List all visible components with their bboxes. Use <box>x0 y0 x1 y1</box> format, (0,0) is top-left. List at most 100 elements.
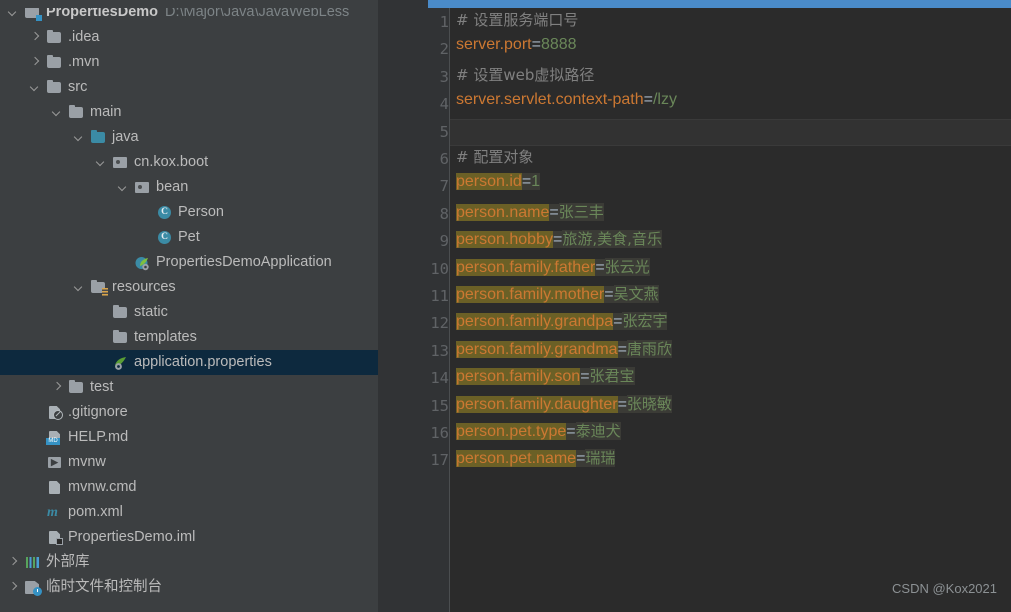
chevron-down-icon[interactable] <box>74 132 85 143</box>
chevron-down-icon[interactable] <box>8 7 19 18</box>
chevron-right-icon[interactable] <box>52 382 63 393</box>
tree-item-test[interactable]: test <box>0 375 378 400</box>
code-content[interactable]: # 设置服务端口号 server.port=8888 # 设置web虚拟路径 serv… <box>450 0 1011 612</box>
code-line[interactable]: person.famliy.grandma=唐雨欣 <box>456 338 672 365</box>
line-number: 2 <box>439 40 449 59</box>
tree-item-label: bean <box>156 179 189 195</box>
code-line[interactable]: server.port=8888 <box>456 36 577 63</box>
code-line[interactable]: person.family.daughter=张晓敏 <box>456 393 672 420</box>
tree-item-main[interactable]: main <box>0 100 378 125</box>
tree-item-label: 外部库 <box>46 554 90 570</box>
property-separator: = <box>531 36 541 54</box>
property-separator: = <box>566 423 576 440</box>
tree-item-[interactable]: 外部库 <box>0 550 378 575</box>
tree-item-label: PropertiesDemoApplication <box>156 254 332 270</box>
property-key: person.pet.name <box>456 450 577 468</box>
line-number: 11 <box>430 287 449 305</box>
tree-item-label: PropertiesDemo.iml <box>68 529 196 545</box>
line-number: 3 <box>439 67 449 86</box>
property-separator: = <box>617 340 627 358</box>
code-line[interactable]: server.servlet.context-path=/lzy <box>456 91 677 118</box>
property-value: 泰迪犬 <box>575 422 621 440</box>
chevron-right-icon[interactable] <box>8 557 19 568</box>
code-comment: # 设置服务端口号 <box>456 11 579 29</box>
tree-item-pet[interactable]: C Pet <box>0 225 378 250</box>
code-line[interactable]: person.family.father=张云光 <box>456 256 650 283</box>
tree-item-propertiesdemoapplication[interactable]: PropertiesDemoApplication <box>0 250 378 275</box>
property-key: person.id <box>456 173 522 191</box>
tree-item-pom-xml[interactable]: m pom.xml <box>0 500 378 525</box>
watermark: CSDN @Kox2021 <box>892 581 997 596</box>
chevron-down-icon[interactable] <box>30 82 41 93</box>
code-line[interactable]: # 设置web虚拟路径 <box>456 64 594 91</box>
chevron-down-icon[interactable] <box>52 107 63 118</box>
property-value: 张三丰 <box>558 202 604 221</box>
tree-item-label: mvnw.cmd <box>68 479 137 495</box>
project-tool-window[interactable]: PropertiesDemo D:\Major\Java\JavaWebLess.… <box>0 0 378 612</box>
code-line[interactable]: person.id=1 <box>456 173 541 200</box>
property-key: person.family.grandpa <box>456 313 614 331</box>
tree-item-src[interactable]: src <box>0 75 378 100</box>
property-separator: = <box>552 231 563 249</box>
property-value: 8888 <box>540 36 577 54</box>
tree-item-propertiesdemo-iml[interactable]: PropertiesDemo.iml <box>0 525 378 550</box>
property-value: 张云光 <box>604 257 650 276</box>
tree-item-templates[interactable]: templates <box>0 325 378 350</box>
code-line[interactable]: person.name=张三丰 <box>456 201 604 228</box>
tree-item-person[interactable]: C Person <box>0 200 378 225</box>
property-key: person.family.son <box>456 368 581 386</box>
code-line[interactable]: person.family.son=张君宝 <box>456 365 635 392</box>
folder-icon <box>46 29 63 45</box>
code-line[interactable]: # 配置对象 <box>456 146 533 173</box>
chevron-right-icon[interactable] <box>30 32 41 43</box>
editor-gutter[interactable]: 1 2 3 4 5 6 7 8 9 10 11 12 13 14 15 16 17 <box>378 0 449 612</box>
tree-item-static[interactable]: static <box>0 300 378 325</box>
tree-item-mvnw[interactable]: ▶ mvnw <box>0 450 378 475</box>
tree-item-label: main <box>90 104 122 120</box>
tree-item-gitignore[interactable]: .gitignore <box>0 400 378 425</box>
tree-item-help-md[interactable]: MD HELP.md <box>0 425 378 450</box>
tree-item-label: mvnw <box>68 454 106 470</box>
folder-icon <box>112 329 129 345</box>
code-line[interactable]: person.pet.name=瑞瑞 <box>456 447 616 474</box>
tree-item-bean[interactable]: bean <box>0 175 378 200</box>
spring-boot-app-icon <box>134 255 151 271</box>
property-value: 旅游,美食,音乐 <box>562 230 662 249</box>
tree-item-mvn[interactable]: .mvn <box>0 50 378 75</box>
line-number: 5 <box>439 122 449 141</box>
chevron-right-icon[interactable] <box>8 582 19 593</box>
chevron-right-icon[interactable] <box>30 57 41 68</box>
property-key: person.famliy.grandma <box>456 340 618 358</box>
code-line[interactable]: person.pet.type=泰迪犬 <box>456 420 621 447</box>
property-key: person.hobby <box>456 231 553 249</box>
chevron-down-icon[interactable] <box>74 282 85 293</box>
tree-item-cn-kox-boot[interactable]: cn.kox.boot <box>0 150 378 175</box>
tree-item-label: resources <box>112 279 176 295</box>
chevron-down-icon[interactable] <box>118 182 129 193</box>
tree-item-resources[interactable]: resources <box>0 275 378 300</box>
horizontal-scrollbar[interactable] <box>428 0 1011 8</box>
tree-item-application-properties[interactable]: application.properties <box>0 350 378 375</box>
code-line[interactable]: # 设置服务端口号 <box>456 9 578 36</box>
project-tree[interactable]: PropertiesDemo D:\Major\Java\JavaWebLess.… <box>0 0 378 600</box>
tree-item-[interactable]: 临时文件和控制台 <box>0 575 378 600</box>
code-line[interactable]: person.family.grandpa=张宏宇 <box>456 310 668 337</box>
code-line[interactable]: person.hobby=旅游,美食,音乐 <box>456 228 662 255</box>
line-number: 6 <box>439 150 449 168</box>
tree-item-mvnw-cmd[interactable]: mvnw.cmd <box>0 475 378 500</box>
folder-icon <box>68 379 85 395</box>
maven-pom-icon: m <box>47 505 58 520</box>
code-line[interactable]: person.family.mother=吴文燕 <box>456 283 659 310</box>
chevron-down-icon[interactable] <box>96 157 107 168</box>
tree-item-java[interactable]: java <box>0 125 378 150</box>
editor-pane[interactable]: 1 2 3 4 5 6 7 8 9 10 11 12 13 14 15 16 17 # 设置服务端口号 serve… <box>378 0 1011 612</box>
tree-item-idea[interactable]: .idea <box>0 25 378 50</box>
line-number: 17 <box>430 451 449 470</box>
property-value: 张宏宇 <box>622 312 668 331</box>
property-separator: = <box>521 173 532 191</box>
